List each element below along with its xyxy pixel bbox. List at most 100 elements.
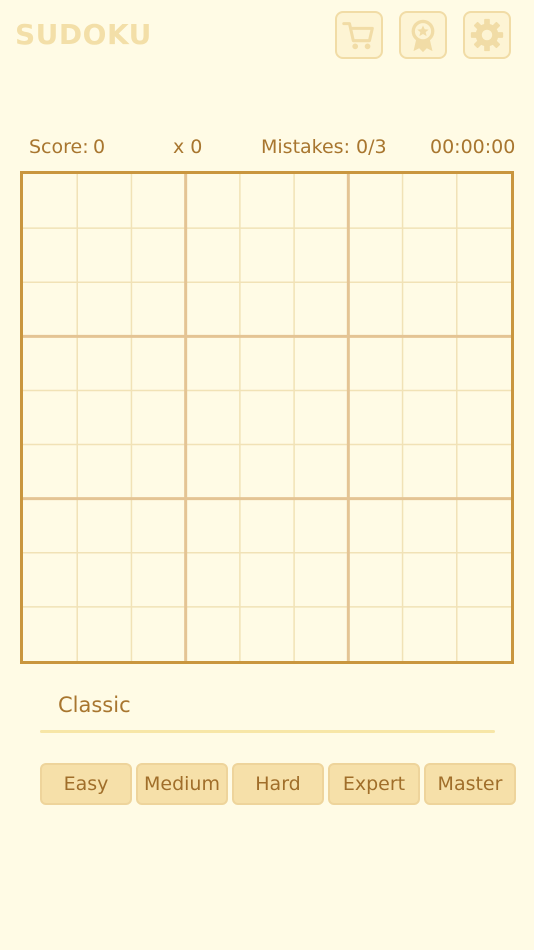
board-cell[interactable]	[131, 553, 185, 607]
board-cell[interactable]	[240, 499, 294, 553]
game-mode-label: Classic	[58, 693, 131, 717]
board-cell[interactable]	[23, 336, 77, 390]
board-cell[interactable]	[23, 553, 77, 607]
board-cell[interactable]	[77, 336, 131, 390]
board-cell[interactable]	[403, 228, 457, 282]
board-cell[interactable]	[131, 174, 185, 228]
board-cell[interactable]	[403, 607, 457, 661]
board-cell[interactable]	[457, 445, 511, 499]
board-cell[interactable]	[348, 499, 402, 553]
board-cell[interactable]	[77, 553, 131, 607]
board-cell[interactable]	[240, 445, 294, 499]
board-cell[interactable]	[131, 336, 185, 390]
board-cell[interactable]	[403, 445, 457, 499]
board-cell[interactable]	[240, 174, 294, 228]
board-cell[interactable]	[294, 607, 348, 661]
board-cell[interactable]	[457, 228, 511, 282]
achievements-button[interactable]	[399, 11, 447, 59]
board-cell[interactable]	[131, 607, 185, 661]
board-cell[interactable]	[457, 336, 511, 390]
board-cell[interactable]	[186, 445, 240, 499]
badge-icon	[411, 19, 435, 53]
board-cell[interactable]	[131, 445, 185, 499]
combo-multiplier: x 0	[173, 136, 203, 158]
score-label: Score:	[29, 136, 89, 158]
board-cell[interactable]	[77, 228, 131, 282]
board-cell[interactable]	[77, 607, 131, 661]
board-cell[interactable]	[23, 607, 77, 661]
board-cell[interactable]	[457, 390, 511, 444]
board-cell[interactable]	[186, 607, 240, 661]
board-cell[interactable]	[186, 174, 240, 228]
board-cell[interactable]	[186, 553, 240, 607]
board-cell[interactable]	[294, 445, 348, 499]
board-cell[interactable]	[77, 445, 131, 499]
board-cell[interactable]	[23, 174, 77, 228]
board-cell[interactable]	[240, 282, 294, 336]
board-cell[interactable]	[294, 390, 348, 444]
board-cell[interactable]	[294, 336, 348, 390]
sudoku-board	[20, 171, 514, 664]
board-cell[interactable]	[403, 336, 457, 390]
difficulty-master-button[interactable]: Master	[424, 763, 516, 805]
board-cell[interactable]	[131, 282, 185, 336]
board-cell[interactable]	[348, 228, 402, 282]
board-cell[interactable]	[23, 445, 77, 499]
board-cell[interactable]	[348, 390, 402, 444]
board-cell[interactable]	[294, 228, 348, 282]
board-cell[interactable]	[131, 390, 185, 444]
board-cell[interactable]	[186, 336, 240, 390]
board-cell[interactable]	[348, 553, 402, 607]
board-cell[interactable]	[23, 390, 77, 444]
board-cell[interactable]	[457, 282, 511, 336]
board-cell[interactable]	[240, 390, 294, 444]
difficulty-hard-button[interactable]: Hard	[232, 763, 324, 805]
board-cell[interactable]	[294, 282, 348, 336]
board-cell[interactable]	[457, 174, 511, 228]
sudoku-grid	[23, 174, 511, 661]
cart-icon	[342, 22, 374, 50]
board-cell[interactable]	[403, 390, 457, 444]
board-cell[interactable]	[240, 336, 294, 390]
board-cell[interactable]	[131, 228, 185, 282]
board-cell[interactable]	[457, 607, 511, 661]
board-cell[interactable]	[348, 445, 402, 499]
board-cell[interactable]	[403, 174, 457, 228]
board-cell[interactable]	[77, 282, 131, 336]
difficulty-expert-button[interactable]: Expert	[328, 763, 420, 805]
board-cell[interactable]	[403, 553, 457, 607]
mistakes-counter: Mistakes: 0/3	[261, 136, 387, 158]
difficulty-easy-button[interactable]: Easy	[40, 763, 132, 805]
board-cell[interactable]	[77, 390, 131, 444]
board-cell[interactable]	[348, 336, 402, 390]
difficulty-medium-button[interactable]: Medium	[136, 763, 228, 805]
board-cell[interactable]	[131, 499, 185, 553]
board-cell[interactable]	[348, 282, 402, 336]
board-cell[interactable]	[348, 607, 402, 661]
board-cell[interactable]	[77, 174, 131, 228]
board-cell[interactable]	[294, 553, 348, 607]
board-cell[interactable]	[23, 499, 77, 553]
board-cell[interactable]	[240, 607, 294, 661]
app-title: SUDOKU	[15, 18, 152, 51]
board-cell[interactable]	[186, 390, 240, 444]
board-cell[interactable]	[23, 282, 77, 336]
board-cell[interactable]	[457, 553, 511, 607]
board-cell[interactable]	[77, 499, 131, 553]
board-cell[interactable]	[240, 228, 294, 282]
board-cell[interactable]	[457, 499, 511, 553]
board-cell[interactable]	[403, 499, 457, 553]
board-cell[interactable]	[186, 499, 240, 553]
board-cell[interactable]	[294, 174, 348, 228]
settings-button[interactable]	[463, 11, 511, 59]
board-cell[interactable]	[348, 174, 402, 228]
board-cell[interactable]	[294, 499, 348, 553]
board-cell[interactable]	[240, 553, 294, 607]
shop-button[interactable]	[335, 11, 383, 59]
board-cell[interactable]	[186, 228, 240, 282]
board-cell[interactable]	[403, 282, 457, 336]
timer: 00:00:00	[430, 136, 516, 158]
board-cell[interactable]	[186, 282, 240, 336]
board-cell[interactable]	[23, 228, 77, 282]
gear-icon	[470, 18, 504, 52]
